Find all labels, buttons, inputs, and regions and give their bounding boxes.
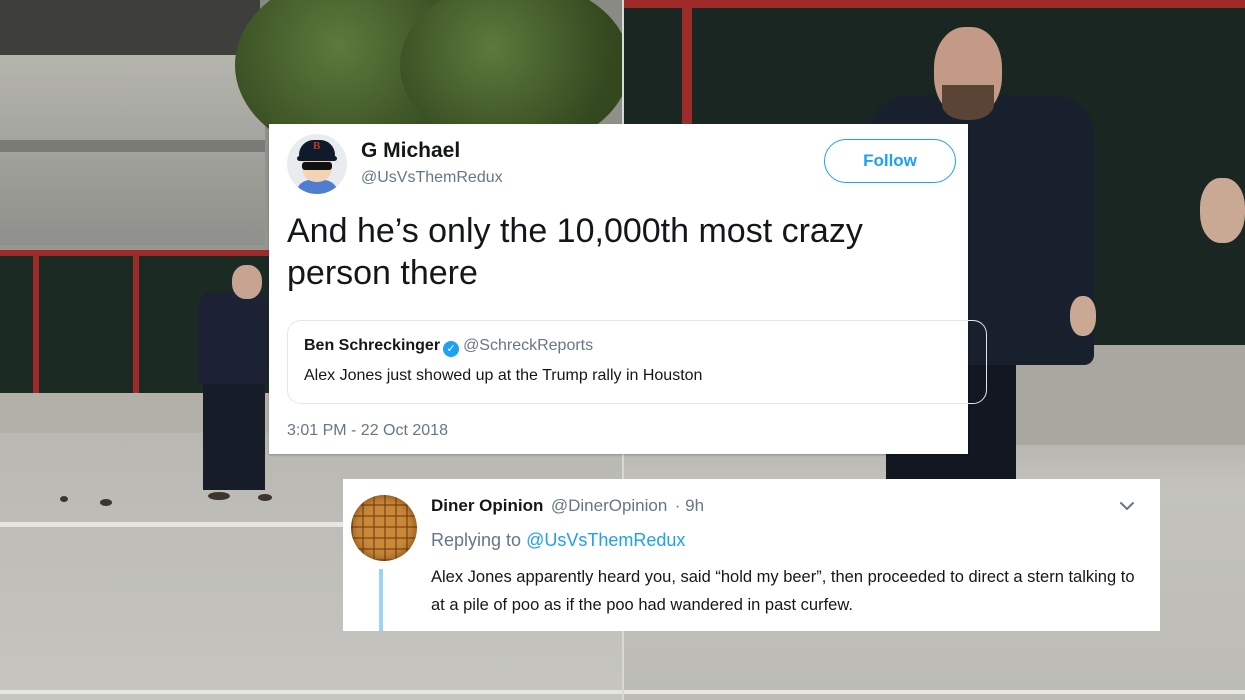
- person-figure: [198, 292, 268, 384]
- reply-author-handle[interactable]: @DinerOpinion: [551, 496, 667, 515]
- quoted-author-name: Ben Schreckinger: [304, 337, 441, 354]
- thread-line: [379, 569, 383, 631]
- fence-rail: [624, 0, 1245, 8]
- quoted-tweet-text: Alex Jones just showed up at the Trump r…: [304, 367, 703, 384]
- debris: [100, 499, 112, 506]
- replying-to-mention[interactable]: @UsVsThemRedux: [526, 530, 685, 550]
- building-ledge: [0, 140, 265, 152]
- verified-badge-icon: ✓: [443, 341, 460, 357]
- sunglasses-icon: [302, 162, 332, 170]
- replying-to-label: Replying to: [431, 530, 522, 550]
- bystander-hand: [1200, 178, 1245, 243]
- quoted-author-handle: @SchreckReports: [463, 337, 594, 354]
- author-handle[interactable]: @UsVsThemRedux: [361, 169, 503, 187]
- person-head: [232, 265, 262, 299]
- building-overhang: [0, 0, 260, 62]
- tweet-card: B G Michael @UsVsThemRedux Follow And he…: [269, 124, 987, 454]
- reply-time[interactable]: · 9h: [675, 496, 704, 515]
- cap-brim: [297, 156, 337, 161]
- fence-post: [33, 255, 39, 395]
- reply-tweet-card: Diner Opinion @DinerOpinion · 9h Replyin…: [343, 479, 1160, 631]
- person-beard: [942, 85, 994, 120]
- tweet-text: And he’s only the 10,000th most crazy pe…: [287, 212, 863, 292]
- fence-post: [682, 0, 692, 125]
- debris: [60, 496, 68, 502]
- reply-header: Diner Opinion @DinerOpinion · 9h: [431, 496, 704, 516]
- fence-post: [133, 255, 139, 395]
- cap-logo: B: [313, 140, 321, 152]
- quoted-tweet[interactable]: Ben Schreckinger ✓ @SchreckReports Alex Jo…: [287, 320, 987, 404]
- follow-button[interactable]: Follow: [824, 139, 956, 183]
- waffle-avatar[interactable]: [351, 495, 417, 561]
- author-name[interactable]: G Michael: [361, 139, 460, 163]
- quoted-tweet-header: Ben Schreckinger ✓ @SchreckReports: [304, 337, 593, 357]
- person-hand: [1070, 296, 1096, 336]
- road-marking: [624, 690, 1245, 694]
- reply-author-name[interactable]: Diner Opinion: [431, 496, 543, 515]
- avatar-body: [296, 180, 338, 194]
- reply-text: Alex Jones apparently heard you, said “h…: [431, 568, 1135, 614]
- road-marking: [0, 690, 622, 694]
- replying-to: Replying to @UsVsThemRedux: [431, 530, 685, 551]
- chevron-down-icon[interactable]: [1117, 496, 1137, 516]
- debris: [208, 492, 230, 500]
- tweet-timestamp[interactable]: 3:01 PM - 22 Oct 2018: [287, 422, 448, 440]
- person-legs: [203, 380, 265, 490]
- avatar[interactable]: B: [287, 134, 347, 194]
- debris: [258, 494, 272, 501]
